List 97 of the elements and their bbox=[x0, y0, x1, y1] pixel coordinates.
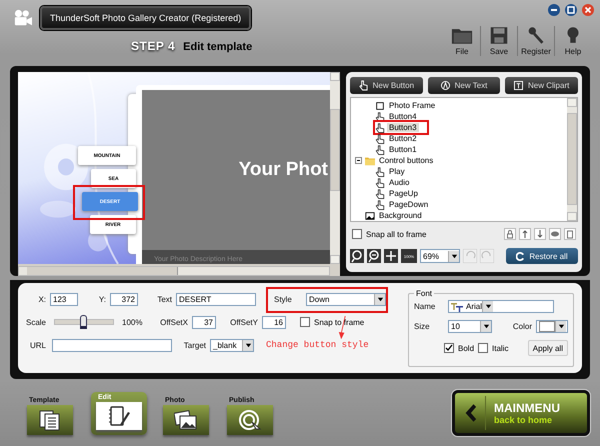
main-menu-button[interactable]: MAINMENU back to home bbox=[452, 390, 590, 436]
field-label: Y: bbox=[98, 294, 106, 304]
tree-item[interactable]: Background bbox=[377, 211, 424, 220]
toolbar-button[interactable]: Help bbox=[556, 26, 590, 56]
target-dropdown[interactable]: _blank bbox=[210, 338, 254, 352]
move-down-icon[interactable] bbox=[534, 228, 546, 240]
slider-thumb[interactable] bbox=[80, 315, 87, 329]
chevron-left-icon bbox=[463, 402, 477, 424]
annotation-text: Change button style bbox=[266, 340, 369, 350]
zoom-dropdown[interactable]: 69% bbox=[420, 249, 460, 263]
documents-icon bbox=[38, 408, 62, 430]
font-icon bbox=[451, 302, 463, 312]
tree-item[interactable]: Play bbox=[387, 167, 407, 176]
dropdown-arrow-icon bbox=[484, 303, 492, 310]
minimize-icon[interactable] bbox=[548, 4, 560, 16]
zoom-out-icon[interactable] bbox=[367, 249, 381, 263]
frame-icon bbox=[375, 100, 385, 110]
tree-item[interactable]: Button1 bbox=[387, 145, 419, 154]
toolbar-button[interactable]: Register bbox=[519, 26, 553, 56]
tree-item[interactable]: Button2 bbox=[387, 134, 419, 143]
text-field[interactable]: DESERT bbox=[176, 292, 256, 306]
font-name-dropdown[interactable]: Arial bbox=[448, 300, 554, 313]
folder-icon bbox=[451, 26, 473, 45]
visibility-icon[interactable] bbox=[549, 228, 561, 240]
font-size-dropdown[interactable]: 10 bbox=[448, 320, 492, 333]
camera-icon bbox=[12, 9, 34, 27]
snap-all-checkbox[interactable]: Snap all to frame bbox=[352, 229, 426, 239]
dropdown-arrow-icon bbox=[558, 323, 564, 330]
field-label: Text bbox=[156, 294, 172, 304]
trash-icon[interactable] bbox=[564, 228, 576, 240]
field-label: Size bbox=[414, 322, 431, 331]
toolbar-button[interactable]: File bbox=[445, 26, 479, 56]
scale-value: 100% bbox=[122, 318, 144, 326]
highlight-frame bbox=[373, 120, 429, 135]
x-field[interactable]: 123 bbox=[50, 292, 78, 306]
tree-item[interactable]: Button3 bbox=[387, 123, 419, 132]
maximize-icon[interactable] bbox=[565, 4, 577, 16]
toolbar-button[interactable]: Save bbox=[482, 26, 516, 56]
url-field[interactable] bbox=[52, 338, 172, 352]
clipart-icon bbox=[514, 80, 523, 91]
zoom-in-icon[interactable] bbox=[350, 249, 364, 263]
field-label: Target bbox=[182, 340, 206, 350]
offset-y-field[interactable]: 16 bbox=[262, 316, 286, 328]
tree-item[interactable]: Photo Frame bbox=[387, 101, 438, 110]
snap-checkbox[interactable]: Snap to frame bbox=[300, 317, 364, 327]
step-title: Edit template bbox=[183, 41, 252, 53]
add-object-button[interactable]: New Text bbox=[428, 77, 500, 94]
add-object-button[interactable]: New Clipart bbox=[505, 77, 578, 94]
vertical-scrollbar[interactable] bbox=[567, 98, 577, 221]
tree-item[interactable]: Control buttons bbox=[377, 156, 436, 165]
window-title: ThunderSoft Photo Gallery Creator (Registered) bbox=[40, 6, 252, 30]
letter-a-icon bbox=[440, 80, 450, 91]
field-label: OffSetX bbox=[159, 318, 188, 326]
dropdown-arrow-icon bbox=[376, 296, 384, 302]
close-icon[interactable] bbox=[582, 4, 594, 16]
dropdown-arrow-icon bbox=[450, 252, 458, 260]
field-label: URL bbox=[28, 340, 46, 350]
field-label: X: bbox=[37, 294, 46, 304]
move-up-icon[interactable] bbox=[519, 228, 531, 240]
tree-item[interactable]: Audio bbox=[387, 178, 412, 187]
restore-all-button[interactable]: Restore all bbox=[506, 248, 578, 264]
y-field[interactable]: 372 bbox=[110, 292, 138, 306]
refresh-icon bbox=[516, 252, 526, 260]
collapse-icon[interactable] bbox=[355, 156, 363, 164]
step-number: STEP 4 bbox=[131, 39, 176, 53]
check-icon bbox=[445, 344, 453, 352]
tree-item[interactable]: PageDown bbox=[387, 200, 430, 209]
bold-checkbox[interactable]: Bold bbox=[444, 343, 474, 353]
field-label: Scale bbox=[24, 318, 46, 326]
field-label: Style bbox=[274, 294, 293, 304]
move-icon[interactable] bbox=[384, 249, 398, 263]
style-dropdown[interactable]: Down bbox=[306, 292, 386, 306]
offset-x-field[interactable]: 37 bbox=[192, 316, 216, 328]
group-title: Font bbox=[415, 289, 434, 298]
floppy-icon bbox=[488, 26, 510, 45]
scale-slider[interactable] bbox=[54, 315, 114, 329]
add-object-button[interactable]: New Button bbox=[350, 77, 423, 94]
tree-item[interactable]: Button4 bbox=[387, 112, 419, 121]
lock-icon[interactable] bbox=[504, 228, 516, 240]
font-color-picker[interactable] bbox=[536, 320, 568, 333]
photos-icon bbox=[174, 408, 198, 430]
field-label: Color bbox=[512, 322, 532, 331]
highlight-frame bbox=[73, 185, 145, 220]
field-label: OffSetY bbox=[229, 318, 258, 326]
headline-text: Your Phot bbox=[238, 159, 328, 181]
vertical-scrollbar[interactable] bbox=[330, 72, 340, 264]
apply-all-button[interactable]: Apply all bbox=[528, 340, 568, 356]
italic-checkbox[interactable]: Italic bbox=[478, 343, 508, 353]
dropdown-arrow-icon bbox=[482, 323, 490, 330]
folder-icon bbox=[365, 156, 375, 166]
dropdown-arrow-icon bbox=[244, 342, 252, 348]
publish-icon bbox=[238, 408, 262, 430]
tree-item[interactable]: PageUp bbox=[387, 189, 420, 198]
field-label: Name bbox=[414, 302, 436, 311]
horizontal-scrollbar[interactable] bbox=[18, 266, 330, 276]
hand-pointer-icon bbox=[358, 80, 368, 91]
notebook-pencil-icon bbox=[107, 404, 131, 426]
